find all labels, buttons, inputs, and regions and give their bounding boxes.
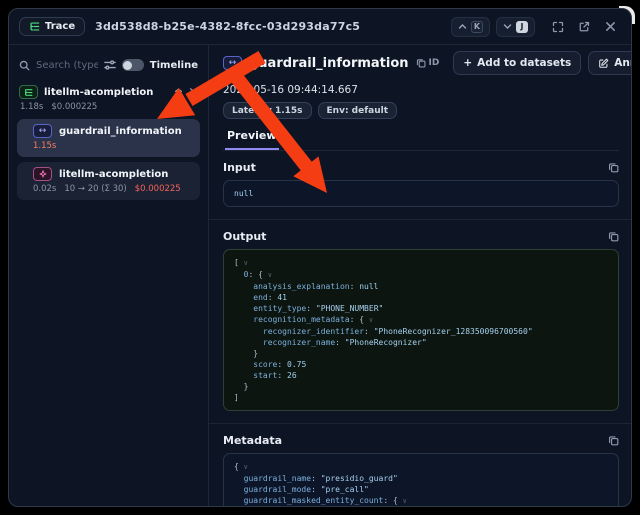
tree-fold-controls: [174, 88, 198, 97]
tree-root-stats: 1.18s $0.000225: [20, 102, 200, 112]
close-icon: [605, 21, 616, 32]
chevron-up-icon: [458, 22, 467, 31]
copy-icon: [416, 58, 426, 68]
tree-item-name: guardrail_information: [59, 126, 192, 137]
metadata-label: Metadata: [223, 434, 282, 447]
input-code-box: null: [223, 180, 619, 207]
tree-root-name: litellm-acompletion: [44, 87, 168, 98]
copy-icon: [608, 231, 619, 242]
trace-type-badge: Trace: [19, 17, 85, 36]
id-label: ID: [429, 58, 440, 68]
input-label: Input: [223, 161, 256, 174]
expand-all-icon[interactable]: [189, 88, 198, 97]
root-duration: 1.18s: [20, 102, 43, 112]
observation-detail-panel: ↔ guardrail_information ID + Add to data…: [209, 45, 631, 506]
item-duration: 1.15s: [33, 141, 56, 151]
plus-icon: +: [463, 57, 472, 69]
list-tree-icon: [29, 21, 40, 32]
tree-toolbar: Search (type, titl Timeline: [17, 53, 200, 77]
output-code-box: [ ∨ 0: { ∨ analysis_explanation: null en…: [223, 249, 619, 411]
generation-item-badge: [33, 167, 52, 181]
pencil-square-icon: [598, 58, 609, 69]
tab-preview[interactable]: Preview: [225, 129, 279, 150]
tree-item-litellm-acompletion[interactable]: litellm-acompletion 0.02s 10 → 20 (Σ 30)…: [17, 162, 200, 200]
maximize-icon: [552, 21, 564, 33]
trace-tree-sidebar: Search (type, titl Timeline litellm-acom…: [9, 45, 209, 506]
trace-badge-label: Trace: [45, 21, 75, 32]
section-divider: [209, 219, 631, 220]
annotate-label: Annotate: [614, 57, 632, 69]
copy-id-chip[interactable]: ID: [416, 58, 440, 68]
shortcut-key-k: K: [471, 21, 483, 33]
prev-trace-button[interactable]: K: [451, 17, 490, 37]
copy-icon: [608, 435, 619, 446]
toggle-knob: [123, 61, 132, 70]
close-button[interactable]: [601, 18, 619, 36]
env-badge: Env: default: [318, 102, 397, 119]
copy-output-button[interactable]: [608, 231, 619, 242]
root-cost: $0.000225: [51, 102, 97, 112]
horizontal-arrows-icon: ↔: [39, 127, 47, 136]
item-duration: 0.02s: [33, 184, 56, 194]
shortcut-key-j: J: [516, 21, 528, 33]
content-area: Search (type, titl Timeline litellm-acom…: [9, 45, 631, 506]
latency-badge: Latency 1.15s: [223, 102, 312, 119]
observation-header: ↔ guardrail_information ID + Add to data…: [223, 50, 619, 76]
observation-timestamp: 2025-05-16 09:44:14.667: [223, 84, 619, 96]
tree-item-guardrail-information[interactable]: ↔ guardrail_information 1.15s: [17, 119, 200, 157]
annotate-split-button: Annotate: [588, 51, 632, 75]
span-item-badge: ↔: [33, 124, 52, 138]
tab-bar: Preview: [223, 129, 619, 151]
chevron-down-icon: [503, 22, 512, 31]
next-trace-button[interactable]: J: [496, 17, 535, 37]
section-divider: [209, 423, 631, 424]
copy-icon: [608, 162, 619, 173]
trace-detail-window: Trace 3dd538d8-b25e-4382-8fcc-03d293da77…: [8, 8, 632, 507]
top-bar: Trace 3dd538d8-b25e-4382-8fcc-03d293da77…: [9, 9, 631, 45]
tree-item-name: litellm-acompletion: [59, 169, 192, 180]
metadata-section-header: Metadata: [223, 434, 619, 447]
input-section-header: Input: [223, 161, 619, 174]
add-to-datasets-label: Add to datasets: [477, 57, 571, 69]
timeline-toggle[interactable]: [122, 59, 144, 71]
copy-metadata-button[interactable]: [608, 435, 619, 446]
filter-sliders-icon[interactable]: [104, 59, 116, 71]
screenshot-stage: Trace 3dd538d8-b25e-4382-8fcc-03d293da77…: [0, 0, 640, 515]
open-in-new-tab-button[interactable]: [575, 18, 593, 36]
maximize-button[interactable]: [549, 18, 567, 36]
tree-root-item[interactable]: litellm-acompletion: [17, 85, 200, 99]
sparkle-icon: [39, 170, 47, 178]
horizontal-arrows-icon: ↔: [229, 59, 237, 68]
collapse-all-icon[interactable]: [174, 88, 183, 97]
annotate-button[interactable]: Annotate: [589, 52, 632, 74]
add-to-datasets-button[interactable]: + Add to datasets: [453, 51, 581, 75]
list-tree-icon: [24, 88, 33, 97]
timeline-label: Timeline: [150, 60, 198, 71]
output-label: Output: [223, 230, 266, 243]
output-section-header: Output: [223, 230, 619, 243]
external-link-icon: [578, 21, 590, 33]
metric-badges: Latency 1.15s Env: default: [223, 102, 619, 119]
trace-item-badge: [19, 85, 38, 99]
search-icon: [19, 60, 30, 71]
item-tokens: 10 → 20 (Σ 30): [64, 184, 126, 194]
trace-nav-shortcuts: K J: [451, 17, 535, 37]
window-actions: [549, 18, 619, 36]
trace-id: 3dd538d8-b25e-4382-8fcc-03d293da77c5: [95, 20, 441, 33]
observation-title: guardrail_information: [249, 56, 409, 71]
copy-input-button[interactable]: [608, 162, 619, 173]
span-type-badge: ↔: [223, 56, 242, 70]
item-cost: $0.000225: [135, 184, 181, 194]
search-input[interactable]: Search (type, titl: [36, 60, 98, 71]
metadata-code-box: { ∨ guardrail_name: "presidio_guard" gua…: [223, 453, 619, 507]
